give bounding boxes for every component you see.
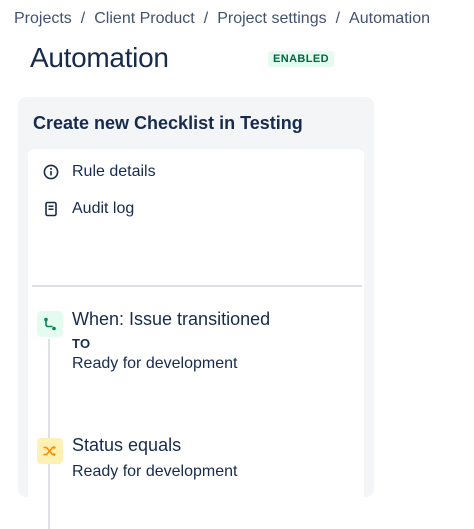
transition-icon <box>37 311 63 337</box>
rule-title: Create new Checklist in Testing <box>33 113 303 133</box>
condition-title: Status equals <box>72 435 182 455</box>
info-icon <box>42 163 60 181</box>
shuffle-icon <box>37 438 63 464</box>
divider <box>32 285 362 287</box>
breadcrumb-project-settings[interactable]: Project settings <box>217 10 326 27</box>
flow-connector <box>48 339 50 529</box>
condition-status-value: Ready for development <box>72 463 238 480</box>
breadcrumb-automation[interactable]: Automation <box>349 10 430 27</box>
page-title: Automation <box>30 42 169 73</box>
audit-log-link[interactable]: Audit log <box>42 196 134 222</box>
audit-log-label: Audit log <box>72 200 135 217</box>
breadcrumb-separator: / <box>335 10 341 27</box>
trigger-to-label: TO <box>72 336 91 351</box>
trigger-status-value: Ready for development <box>72 355 238 372</box>
rule-panel: Create new Checklist in Testing Rule det… <box>18 97 374 529</box>
rule-details-label: Rule details <box>72 163 156 180</box>
rule-editor-card: Rule details Audit log When: Issue trans… <box>28 149 364 529</box>
status-badge: ENABLED <box>268 51 334 67</box>
rule-details-link[interactable]: Rule details <box>42 159 156 185</box>
audit-log-icon <box>42 200 60 218</box>
breadcrumb: Projects / Client Product / Project settings… <box>14 10 430 28</box>
breadcrumb-separator: / <box>203 10 209 27</box>
trigger-step[interactable]: When: Issue transitioned TO Ready for de… <box>72 309 270 373</box>
breadcrumb-client-product[interactable]: Client Product <box>94 10 195 27</box>
breadcrumb-projects[interactable]: Projects <box>14 10 72 27</box>
trigger-title: When: Issue transitioned <box>72 309 271 329</box>
breadcrumb-separator: / <box>80 10 86 27</box>
condition-step[interactable]: Status equals Ready for development <box>72 435 237 481</box>
